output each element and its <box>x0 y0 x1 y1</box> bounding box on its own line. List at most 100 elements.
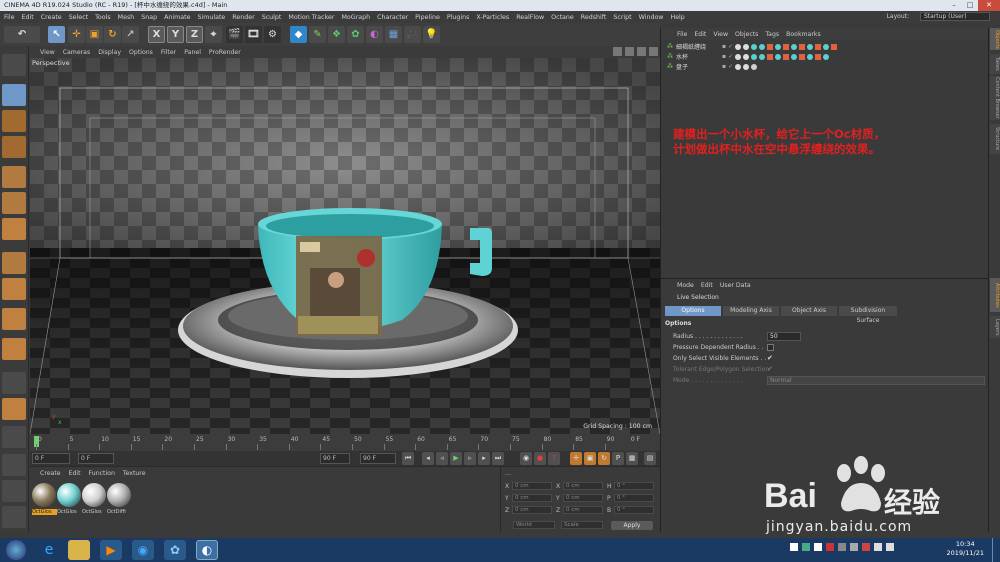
camera-button[interactable]: 🎥 <box>404 26 421 43</box>
material-tag-icon[interactable] <box>751 43 758 50</box>
browser-taskbar-icon[interactable]: ◉ <box>132 540 154 560</box>
object-row[interactable]: ⁂ 水杯 ▪ ✓ <box>667 52 985 61</box>
visible-elements-checkbox[interactable]: ✔ <box>767 355 774 362</box>
material-tag-icon[interactable] <box>767 43 774 50</box>
snap-button[interactable] <box>2 308 26 330</box>
material-menu-texture[interactable]: Texture <box>123 470 146 477</box>
material-swatch[interactable] <box>57 483 81 507</box>
tweak-mode-button[interactable] <box>2 278 26 300</box>
menu-mesh[interactable]: Mesh <box>118 14 135 21</box>
tray-icon-2[interactable] <box>802 543 810 551</box>
object-menu-bookmarks[interactable]: Bookmarks <box>786 31 821 38</box>
visibility-icon[interactable]: ▪ <box>722 53 726 60</box>
menu-realflow[interactable]: RealFlow <box>516 14 544 21</box>
coord-size-field[interactable]: 0 cm <box>563 482 603 490</box>
material-tag-icon[interactable] <box>791 53 798 60</box>
texture-mode-button[interactable] <box>2 110 26 132</box>
maximize-button[interactable]: □ <box>962 0 978 11</box>
tray-icon-5[interactable] <box>838 543 846 551</box>
recent-tools-button[interactable]: ↗ <box>122 26 139 43</box>
material-tag-icon[interactable] <box>807 43 814 50</box>
key-position-button[interactable]: ✛ <box>570 452 582 465</box>
tab-subdivision-surface[interactable]: Subdivision Surface <box>839 306 897 324</box>
menu-window[interactable]: Window <box>639 14 664 21</box>
menu-snap[interactable]: Snap <box>141 14 157 21</box>
material-tag-icon[interactable] <box>751 63 758 70</box>
material-tag-icon[interactable] <box>743 63 750 70</box>
viewport-rotate-icon[interactable] <box>637 47 646 56</box>
menu-mograph[interactable]: MoGraph <box>341 14 370 21</box>
sphere-display-button-2[interactable] <box>2 454 26 476</box>
coordinate-mode-select[interactable]: World <box>513 521 555 529</box>
pressure-radius-checkbox[interactable] <box>767 344 774 351</box>
side-tab-takes[interactable]: Takes <box>990 54 1000 74</box>
viewport-scene[interactable]: y x <box>30 58 660 434</box>
start-frame-field[interactable]: 0 F <box>78 453 114 464</box>
material-tag-icon[interactable] <box>775 53 782 60</box>
apply-button[interactable]: Apply <box>611 520 653 530</box>
coord-position-field[interactable]: 0 cm <box>512 482 552 490</box>
move-select-tool-button[interactable]: ↖ <box>48 26 65 43</box>
current-frame-field[interactable]: 0 F <box>32 453 70 464</box>
material-tag-icon[interactable] <box>743 43 750 50</box>
menu-script[interactable]: Script <box>613 14 631 21</box>
coordinate-system-button[interactable]: ⌖ <box>205 26 222 43</box>
tab-options[interactable]: Options <box>665 306 721 316</box>
tab-modeling-axis[interactable]: Modeling Axis <box>723 306 779 316</box>
viewport-menu-view[interactable]: View <box>40 49 55 56</box>
model-mode-button[interactable] <box>2 84 26 106</box>
workplane-button[interactable] <box>2 136 26 158</box>
render-picture-viewer-button[interactable]: 🎞 <box>245 26 262 43</box>
viewport-menu-cameras[interactable]: Cameras <box>63 49 91 56</box>
sphere-display-button-3[interactable] <box>2 480 26 502</box>
material-tag-icon[interactable] <box>791 43 798 50</box>
record-button[interactable]: ◉ <box>520 452 532 465</box>
material-swatch[interactable] <box>107 483 131 507</box>
lock-workplane-button[interactable] <box>2 338 26 360</box>
viewport-move-icon[interactable] <box>613 47 622 56</box>
edges-mode-button[interactable] <box>2 192 26 214</box>
material-tag-icon[interactable] <box>759 53 766 60</box>
material-swatch[interactable] <box>82 483 106 507</box>
menu-octane[interactable]: Octane <box>551 14 574 21</box>
viewport-menu-panel[interactable]: Panel <box>184 49 201 56</box>
material-tag-icon[interactable] <box>799 43 806 50</box>
tray-icon-3[interactable] <box>814 543 822 551</box>
close-button[interactable]: ✕ <box>978 0 1000 11</box>
key-rotation-button[interactable]: ↻ <box>598 452 610 465</box>
material-tag-icon[interactable] <box>783 53 790 60</box>
start-button[interactable] <box>6 540 26 560</box>
material-tag-icon[interactable] <box>775 43 782 50</box>
menu-render[interactable]: Render <box>232 14 254 21</box>
tolerant-selection-checkbox[interactable]: ✔ <box>767 366 774 373</box>
subdivision-button[interactable]: ❖ <box>328 26 345 43</box>
menu-plugins[interactable]: Plugins <box>447 14 470 21</box>
object-row[interactable]: ⁂ 盘子 ▪ ✓ <box>667 62 985 71</box>
side-tab-structure[interactable]: Structure <box>990 124 1000 154</box>
material-tag-icon[interactable] <box>735 43 742 50</box>
material-tag-icon[interactable] <box>831 43 838 50</box>
attribute-menu-edit[interactable]: Edit <box>701 282 713 289</box>
viewport-panel[interactable]: View Cameras Display Options Filter Panel ProR… <box>30 46 660 434</box>
keyframe-selection-button[interactable]: ? <box>548 452 560 465</box>
light-button[interactable]: 💡 <box>423 26 440 43</box>
attribute-menu-user-data[interactable]: User Data <box>720 282 751 289</box>
material-tag-icon[interactable] <box>735 63 742 70</box>
prev-frame-button[interactable]: ◃ <box>436 452 448 465</box>
menu-file[interactable]: File <box>4 14 15 21</box>
tray-icon-7[interactable] <box>862 543 870 551</box>
coord-position-field[interactable]: 0 cm <box>512 506 552 514</box>
object-menu-view[interactable]: View <box>713 31 728 38</box>
radius-field[interactable]: 50 <box>767 332 801 341</box>
sphere-display-button-4[interactable] <box>2 506 26 528</box>
timeline-end-field[interactable]: 0 F <box>631 436 640 443</box>
pen-spline-button[interactable]: ✎ <box>309 26 326 43</box>
menu-tools[interactable]: Tools <box>95 14 111 21</box>
taskbar-clock[interactable]: 10:34 2019/11/21 <box>947 540 984 558</box>
side-tab-content-browser[interactable]: Content Browser <box>990 76 1000 120</box>
material-tag-icon[interactable] <box>815 53 822 60</box>
material-menu-edit[interactable]: Edit <box>69 470 81 477</box>
media-player-taskbar-icon[interactable]: ▶ <box>100 540 122 560</box>
material-swatch[interactable] <box>32 483 56 507</box>
side-tab-objects[interactable]: Objects <box>990 28 1000 50</box>
